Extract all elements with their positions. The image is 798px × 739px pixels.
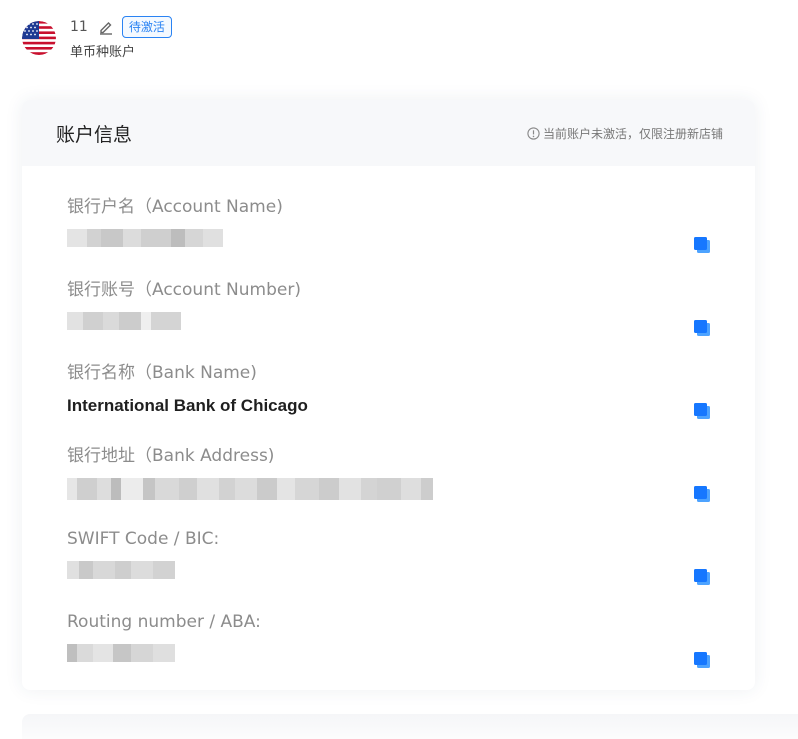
field-value xyxy=(67,312,755,334)
inactive-notice: 当前账户未激活，仅限注册新店铺 xyxy=(527,125,723,142)
account-meta: 11 待激活 单币种账户 xyxy=(70,16,172,60)
redacted-value xyxy=(67,561,755,579)
field-value: International Bank of Chicago xyxy=(67,395,755,417)
next-card-edge xyxy=(22,714,798,739)
copy-icon[interactable] xyxy=(693,402,711,420)
field-bank-name: 银行名称（Bank Name) International Bank of Ch… xyxy=(22,362,755,445)
redacted-value xyxy=(67,229,755,247)
account-name: 11 xyxy=(70,19,88,35)
field-value xyxy=(67,561,755,583)
redacted-value xyxy=(67,478,755,500)
status-badge: 待激活 xyxy=(121,16,172,38)
account-type: 单币种账户 xyxy=(70,45,136,60)
field-value xyxy=(67,644,755,666)
edit-pencil-icon[interactable] xyxy=(98,19,114,35)
copy-icon[interactable] xyxy=(693,568,711,586)
field-label: Routing number / ABA: xyxy=(67,612,261,632)
us-flag-icon xyxy=(22,21,56,55)
redacted-value xyxy=(67,644,755,662)
field-account-number: 银行账号（Account Number) xyxy=(22,279,755,362)
bank-name-value: International Bank of Chicago xyxy=(67,396,308,415)
field-label: 银行账号（Account Number) xyxy=(67,280,301,300)
copy-icon[interactable] xyxy=(693,485,711,503)
copy-icon[interactable] xyxy=(693,651,711,669)
field-bank-address: 银行地址（Bank Address) xyxy=(22,445,755,528)
copy-icon[interactable] xyxy=(693,236,711,254)
field-label: 银行名称（Bank Name) xyxy=(67,363,257,383)
redacted-value xyxy=(67,312,755,330)
field-value xyxy=(67,478,755,500)
field-account-name: 银行户名（Account Name) xyxy=(22,196,755,279)
field-list: 银行户名（Account Name) 银行账号（Account Number) xyxy=(22,166,755,694)
info-circle-icon xyxy=(527,126,540,140)
notice-text: 当前账户未激活，仅限注册新店铺 xyxy=(542,126,723,141)
account-info-card: 账户信息 当前账户未激活，仅限注册新店铺 银行户名（Account Name) xyxy=(22,100,755,690)
copy-icon[interactable] xyxy=(693,319,711,337)
field-value xyxy=(67,229,755,251)
field-label: 银行户名（Account Name) xyxy=(67,197,283,217)
field-label: 银行地址（Bank Address) xyxy=(67,446,275,466)
field-routing-number: Routing number / ABA: xyxy=(22,611,755,694)
field-swift-code: SWIFT Code / BIC: xyxy=(22,528,755,611)
field-label: SWIFT Code / BIC: xyxy=(67,529,220,549)
card-header: 账户信息 当前账户未激活，仅限注册新店铺 xyxy=(22,100,755,166)
account-header: 11 待激活 单币种账户 xyxy=(22,16,172,60)
account-info-page: 11 待激活 单币种账户 账户信息 当前账户未激活，仅限注册新店铺 银行户名（A… xyxy=(0,0,798,739)
card-title: 账户信息 xyxy=(56,123,133,146)
